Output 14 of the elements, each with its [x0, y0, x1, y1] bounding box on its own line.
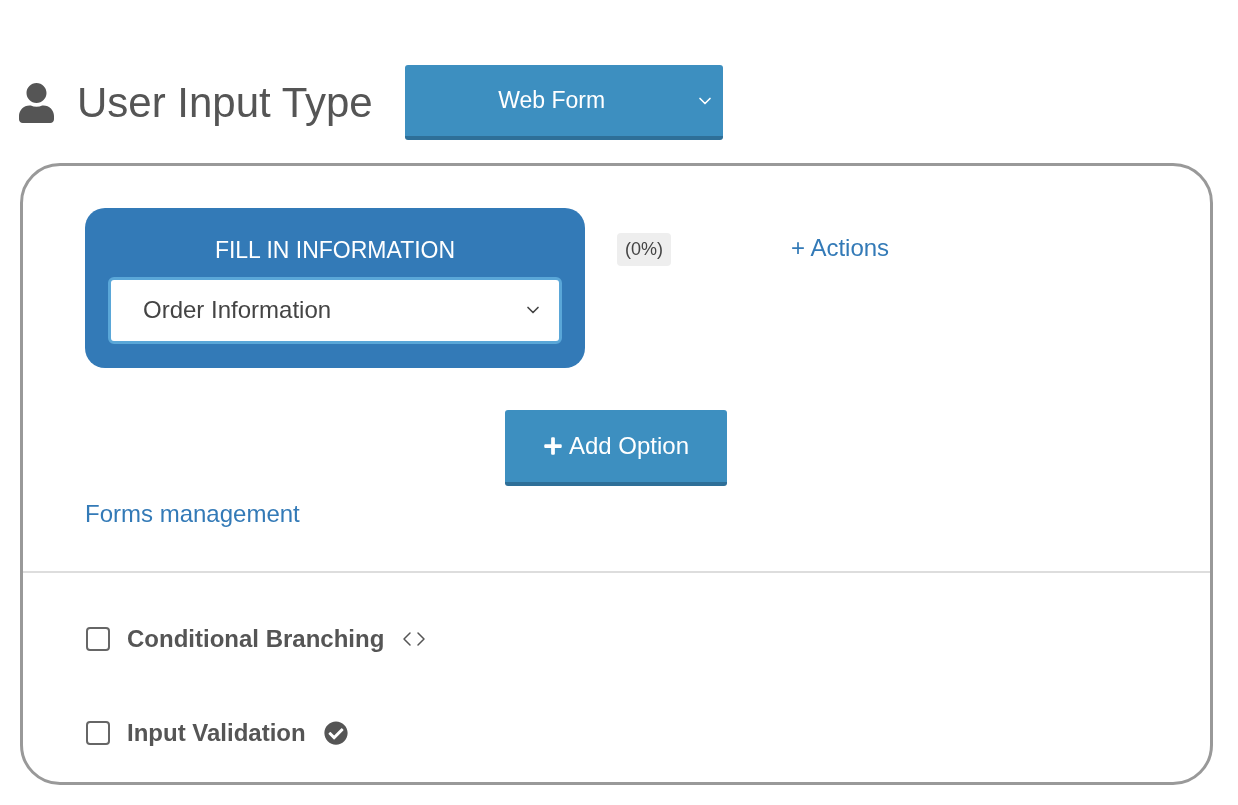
- forms-management-link[interactable]: Forms management: [85, 496, 1210, 532]
- plus-icon: [542, 436, 563, 456]
- checkbox[interactable]: [86, 721, 110, 745]
- add-option-button[interactable]: Add Option: [505, 410, 727, 486]
- panel-title: FILL IN INFORMATION: [214, 236, 456, 265]
- page-title: User Input Type: [77, 81, 373, 124]
- actions-link[interactable]: + Actions: [791, 230, 890, 266]
- option-label: Conditional Branching: [127, 624, 385, 654]
- option-label: Input Validation: [127, 718, 306, 748]
- form-select[interactable]: Order Information: [108, 276, 562, 344]
- progress-badge: (0%): [617, 233, 671, 266]
- checkbox[interactable]: [86, 627, 110, 651]
- input-type-dropdown[interactable]: Web Form: [404, 65, 723, 140]
- user-icon: [18, 82, 55, 123]
